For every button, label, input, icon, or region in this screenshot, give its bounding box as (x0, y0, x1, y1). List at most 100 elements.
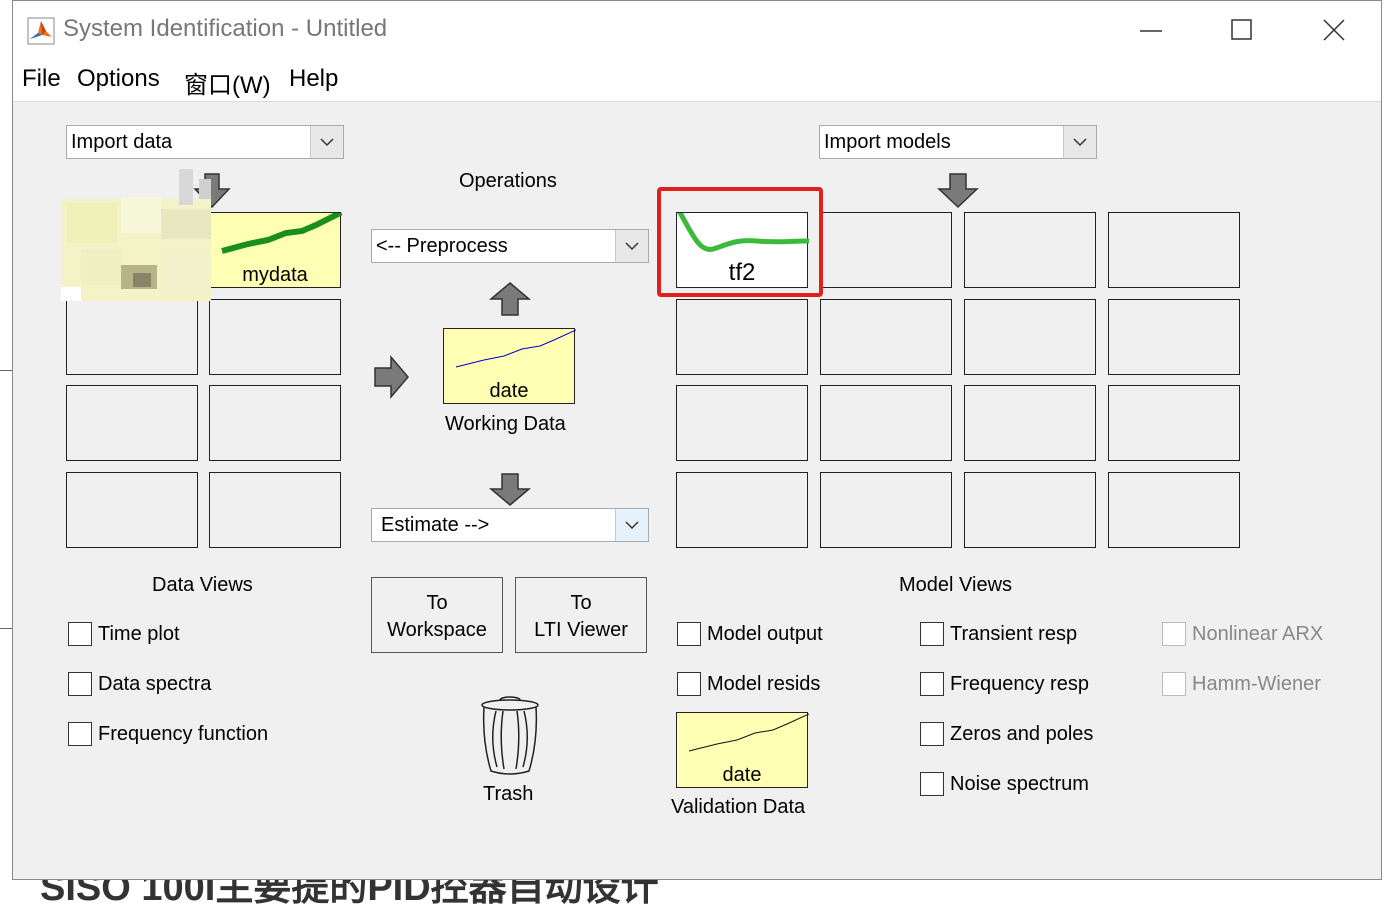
matlab-app-icon (27, 17, 55, 45)
minimize-icon (1140, 30, 1162, 32)
transient-resp-checkbox[interactable] (920, 622, 944, 646)
data-views-title: Data Views (152, 574, 253, 596)
hamm-wiener-checkbox[interactable] (1162, 672, 1186, 696)
validation-data-plot (688, 713, 809, 752)
checkbox-label: Model output (707, 623, 823, 645)
data-slot-label: mydata (242, 264, 308, 286)
model-slot-empty[interactable] (1108, 385, 1240, 461)
down-arrow-icon (488, 473, 532, 506)
dropdown-arrow (615, 230, 648, 262)
frequency-resp-checkbox[interactable] (920, 672, 944, 696)
button-label-line: To (570, 592, 592, 614)
nonlinear-arx-checkbox[interactable] (1162, 622, 1186, 646)
minimize-button[interactable] (1136, 15, 1166, 45)
trash-icon[interactable] (479, 693, 541, 777)
model-slot-empty[interactable] (820, 472, 952, 548)
time-plot-checkbox[interactable] (68, 622, 92, 646)
import-models-value: Import models (824, 131, 951, 153)
data-slot-empty[interactable] (209, 299, 341, 375)
model-slot-empty[interactable] (820, 212, 952, 288)
to-workspace-button[interactable]: To Workspace (371, 577, 503, 653)
model-slot-empty[interactable] (1108, 472, 1240, 548)
import-data-select[interactable]: Import data (66, 125, 344, 159)
noise-spectrum-checkbox[interactable] (920, 772, 944, 796)
data-slot-mydata[interactable]: mydata (209, 212, 342, 288)
checkbox-label: Zeros and poles (950, 723, 1094, 745)
redacted-region (61, 169, 211, 301)
validation-data-slot[interactable]: date (676, 712, 809, 788)
model-slot-empty[interactable] (820, 299, 952, 375)
working-data-name: date (489, 380, 529, 402)
to-lti-viewer-button[interactable]: To LTI Viewer (515, 577, 647, 653)
data-slot-empty[interactable] (66, 385, 198, 461)
data-slot-empty[interactable] (209, 472, 341, 548)
data-spectra-checkbox[interactable] (68, 672, 92, 696)
model-slot-empty[interactable] (964, 385, 1096, 461)
model-resids-checkbox[interactable] (677, 672, 701, 696)
validation-data-name: date (722, 764, 762, 786)
dropdown-arrow (1063, 126, 1096, 158)
chevron-down-icon (625, 521, 639, 530)
import-data-value: Import data (71, 131, 173, 153)
model-slot-empty[interactable] (964, 212, 1096, 288)
estimate-value: Estimate --> (381, 514, 490, 536)
close-icon (1323, 19, 1345, 41)
estimate-select[interactable]: Estimate --> (371, 508, 649, 542)
preprocess-select[interactable]: <-- Preprocess (371, 229, 649, 263)
checkbox-label: Frequency function (98, 723, 269, 745)
button-label-line: To (426, 592, 448, 614)
dropdown-arrow (615, 509, 648, 541)
menu-options[interactable]: Options (77, 65, 160, 93)
working-data-slot[interactable]: date (443, 328, 576, 404)
close-button[interactable] (1319, 15, 1349, 45)
down-arrow-icon (937, 173, 979, 209)
operations-title: Operations (459, 170, 557, 192)
background-rule (0, 628, 12, 629)
maximize-icon (1231, 19, 1252, 40)
zeros-and-poles-checkbox[interactable] (920, 722, 944, 746)
checkbox-label: Hamm-Wiener (1192, 673, 1321, 695)
model-slot-empty[interactable] (964, 472, 1096, 548)
model-slot-empty[interactable] (1108, 212, 1240, 288)
button-label-line: Workspace (387, 619, 487, 641)
chevron-down-icon (320, 138, 334, 147)
working-data-caption: Working Data (445, 413, 566, 435)
annotation-highlight-box (657, 187, 823, 297)
data-slot-empty[interactable] (66, 472, 198, 548)
button-label-line: LTI Viewer (534, 619, 628, 641)
preprocess-value: <-- Preprocess (376, 235, 508, 257)
validation-data-caption: Validation Data (671, 796, 806, 818)
up-arrow-icon (488, 282, 532, 316)
checkbox-label: Data spectra (98, 673, 212, 695)
window-title: System Identification - Untitled (63, 15, 388, 42)
menu-window[interactable]: 窗口(W) (184, 65, 271, 100)
model-views-title: Model Views (899, 574, 1013, 596)
maximize-button[interactable] (1227, 15, 1257, 45)
checkbox-label: Transient resp (950, 623, 1078, 645)
dropdown-arrow (310, 126, 343, 158)
background-rule (0, 370, 12, 371)
model-slot-empty[interactable] (676, 299, 808, 375)
checkbox-label: Noise spectrum (950, 773, 1089, 795)
chevron-down-icon (625, 242, 639, 251)
data-slot-empty[interactable] (209, 385, 341, 461)
model-output-checkbox[interactable] (677, 622, 701, 646)
model-slot-empty[interactable] (964, 299, 1096, 375)
title-bar: System Identification - Untitled (13, 1, 1381, 59)
checkbox-label: Nonlinear ARX (1192, 623, 1324, 645)
menu-bar: File Options 窗口(W) Help (13, 59, 1381, 102)
model-slot-empty[interactable] (676, 472, 808, 548)
model-slot-empty[interactable] (676, 385, 808, 461)
chevron-down-icon (1073, 138, 1087, 147)
system-identification-window: System Identification - Untitled File Op… (12, 0, 1382, 880)
menu-file[interactable]: File (22, 65, 61, 93)
checkbox-label: Frequency resp (950, 673, 1089, 695)
model-slot-empty[interactable] (820, 385, 952, 461)
trash-label: Trash (483, 783, 534, 805)
mydata-plot (221, 213, 342, 254)
data-slot-empty[interactable] (66, 299, 198, 375)
menu-help[interactable]: Help (289, 65, 338, 93)
model-slot-empty[interactable] (1108, 299, 1240, 375)
import-models-select[interactable]: Import models (819, 125, 1097, 159)
frequency-function-checkbox[interactable] (68, 722, 92, 746)
